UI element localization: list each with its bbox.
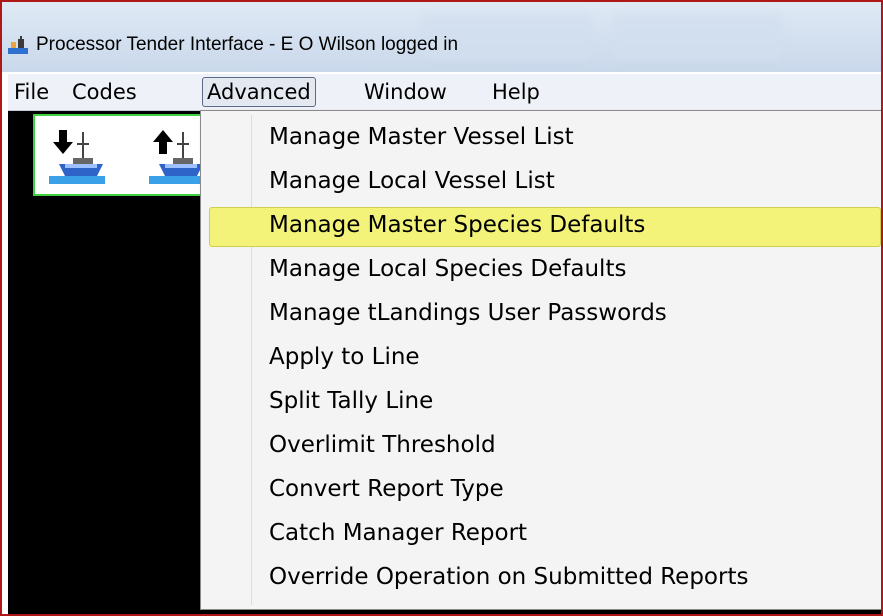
menu-item-label: Manage Local Species Defaults [269, 256, 627, 282]
menu-window[interactable]: Window [360, 78, 451, 106]
menu-help[interactable]: Help [488, 78, 544, 106]
menu-item-label: Manage tLandings User Passwords [269, 300, 667, 326]
download-vessel-icon[interactable] [45, 124, 107, 190]
menu-file[interactable]: File [10, 78, 53, 106]
menu-item-catch-manager-report[interactable]: Catch Manager Report [201, 515, 881, 555]
menu-bar: File Codes Advanced Window Help [8, 74, 881, 111]
background-browser-tab [612, 14, 782, 60]
menu-item-label: Split Tally Line [269, 388, 434, 414]
app-window: Processor Tender Interface - E O Wilson … [0, 0, 883, 616]
menu-item-apply-to-line[interactable]: Apply to Line [201, 339, 881, 379]
title-bar: Processor Tender Interface - E O Wilson … [2, 2, 881, 72]
menu-item-overlimit-threshold[interactable]: Overlimit Threshold [201, 427, 881, 467]
advanced-menu-dropdown: Manage Master Vessel List Manage Local V… [200, 110, 881, 610]
upload-vessel-icon[interactable] [145, 124, 207, 190]
menu-item-label: Overlimit Threshold [269, 432, 496, 458]
menu-item-label: Catch Manager Report [269, 520, 528, 546]
menu-item-label: Override Operation on Submitted Reports [269, 564, 749, 590]
menu-item-manage-master-vessel-list[interactable]: Manage Master Vessel List [201, 119, 881, 159]
menu-item-label: Manage Local Vessel List [269, 168, 555, 194]
toolbar [33, 114, 213, 196]
menu-item-manage-master-species-defaults[interactable]: Manage Master Species Defaults [209, 207, 881, 247]
menu-item-manage-local-species-defaults[interactable]: Manage Local Species Defaults [201, 251, 881, 291]
menu-item-label: Manage Master Vessel List [269, 124, 574, 150]
menu-item-manage-local-vessel-list[interactable]: Manage Local Vessel List [201, 163, 881, 203]
menu-item-label: Manage Master Species Defaults [269, 212, 646, 238]
menu-item-split-tally-line[interactable]: Split Tally Line [201, 383, 881, 423]
menu-codes[interactable]: Codes [68, 78, 141, 106]
app-icon [8, 36, 28, 54]
menu-item-manage-tlandings-user-passwords[interactable]: Manage tLandings User Passwords [201, 295, 881, 335]
menu-item-convert-report-type[interactable]: Convert Report Type [201, 471, 881, 511]
menu-item-label: Apply to Line [269, 344, 420, 370]
menu-item-label: Convert Report Type [269, 476, 504, 502]
menu-advanced[interactable]: Advanced [202, 77, 316, 107]
menu-item-override-operation-on-submitted-reports[interactable]: Override Operation on Submitted Reports [201, 559, 881, 599]
window-title: Processor Tender Interface - E O Wilson … [36, 34, 459, 55]
